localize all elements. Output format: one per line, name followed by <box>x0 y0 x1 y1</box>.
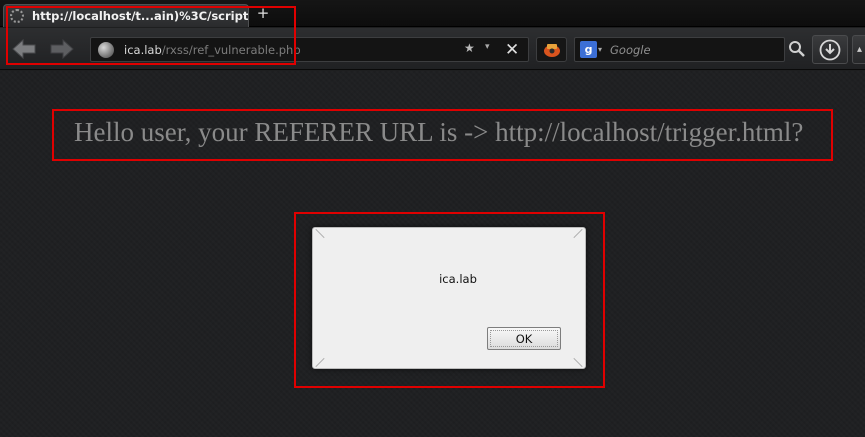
url-host: ica.lab <box>124 43 162 57</box>
alert-message: ica.lab <box>439 272 477 286</box>
ok-button[interactable]: OK <box>487 327 561 350</box>
chevron-down-icon[interactable]: ▾ <box>485 42 490 52</box>
url-text[interactable]: ica.lab/rxss/ref_vulnerable.php <box>124 43 301 57</box>
url-path: /rxss/ref_vulnerable.php <box>161 43 301 57</box>
star-icon[interactable]: ★ <box>464 41 475 55</box>
dialog-corner-mark <box>315 228 325 239</box>
alert-dialog: ica.lab OK <box>312 227 586 369</box>
back-arrow-icon <box>12 38 36 60</box>
search-go-button[interactable] <box>787 39 807 59</box>
magnifier-icon <box>789 41 805 57</box>
download-icon <box>819 39 841 60</box>
tab-title: http://localhost/t...ain)%3C/script%3E <box>32 9 248 23</box>
dialog-corner-mark <box>573 228 583 239</box>
back-button[interactable] <box>9 36 39 62</box>
dialog-corner-mark <box>573 357 583 368</box>
close-icon[interactable]: ✕ <box>505 38 519 62</box>
search-input[interactable]: Google <box>610 43 651 57</box>
engine-dropdown-icon[interactable]: ▾ <box>598 45 602 54</box>
search-engine-icon[interactable]: g <box>580 41 597 58</box>
addon-button[interactable] <box>536 37 567 62</box>
forward-arrow-icon <box>50 38 74 60</box>
search-bar[interactable]: g ▾ Google <box>574 37 785 62</box>
navigation-toolbar: ica.lab/rxss/ref_vulnerable.php ★ ▾ ✕ g … <box>0 28 865 70</box>
tab-strip: http://localhost/t...ain)%3C/script%3E + <box>0 0 865 27</box>
new-tab-button[interactable]: + <box>256 4 270 22</box>
referer-message: Hello user, your REFERER URL is -> http:… <box>74 117 804 147</box>
loading-spinner-icon <box>10 9 24 23</box>
globe-icon <box>98 42 114 58</box>
forward-button[interactable] <box>47 36 77 62</box>
url-bar[interactable]: ica.lab/rxss/ref_vulnerable.php ★ ▾ ✕ <box>90 37 529 62</box>
dialog-corner-mark <box>315 357 325 368</box>
addon-icon <box>543 43 560 57</box>
browser-tab-active[interactable]: http://localhost/t...ain)%3C/script%3E <box>3 4 249 27</box>
toolbar-overflow-button[interactable]: ▴ <box>852 35 865 64</box>
downloads-button[interactable] <box>812 35 848 64</box>
